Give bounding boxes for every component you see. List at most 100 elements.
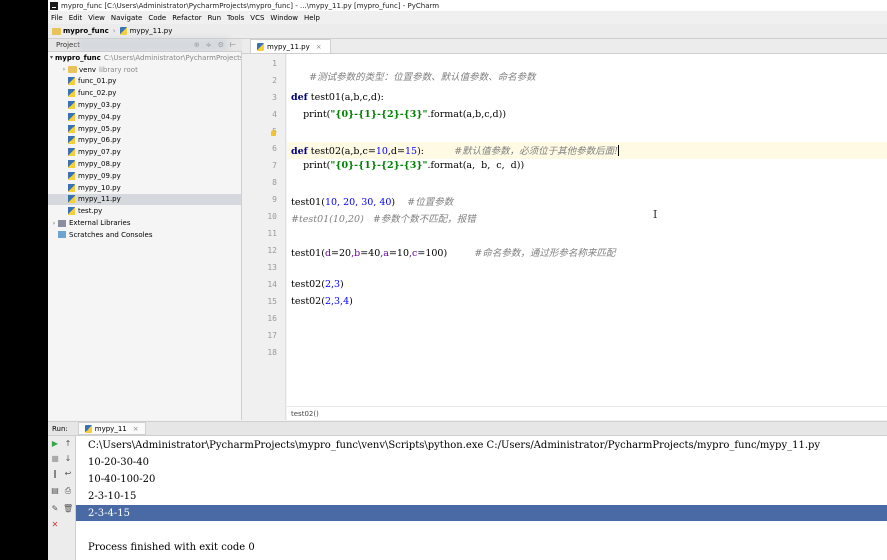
close-tab-icon[interactable]: × [316,43,322,51]
tree-file-label: test.py [78,207,103,216]
python-file-icon [68,101,75,110]
project-panel-title[interactable]: Project [56,41,80,49]
code-line-1: #测试参数的类型：位置参数、默认值参数、命名参数 [291,58,535,94]
code-number: 10, 20, 30, 40 [324,197,392,208]
restore-layout-icon[interactable]: ▤ [50,486,60,496]
editor-tab-label: mypy_11.py [267,42,310,51]
nav-project-label: mypro_func [63,27,109,35]
console-output-line: 10-20-30-40 [88,457,150,468]
collapsed-arrow-icon[interactable]: › [50,220,58,227]
code-string: "{0}-{1}-{2}-{3}" [330,109,428,120]
close-tab-icon[interactable]: × [133,425,139,433]
breadcrumb-function[interactable]: test02() [291,410,319,418]
collapsed-arrow-icon[interactable]: › [60,66,68,73]
code-call: test02( [291,296,325,307]
code-function-name: test02 [307,146,342,157]
code-call: test01( [291,197,325,208]
editor-breadcrumb[interactable]: test02() [287,406,887,420]
tree-file[interactable]: func_02.py [48,87,241,99]
line-number: 3 [272,93,277,102]
tree-file[interactable]: mypy_06.py [48,135,241,147]
project-tree: ▾ mypro_func C:\Users\Administrator\Pych… [48,52,242,420]
nav-file-crumb[interactable]: mypy_11.py [119,27,172,35]
tree-file[interactable]: mypy_03.py [48,99,241,111]
tree-file[interactable]: mypy_10.py [48,182,241,194]
editor-tab-mypy-11[interactable]: mypy_11.py × [250,39,331,53]
code-line-9: test01(10, 20, 30, 40) #位置参数 [291,194,453,208]
line-number: 10 [267,212,277,221]
code-line-3: def test01(a,b,c,d): [291,92,384,103]
code-keyword: def [291,146,308,157]
close-run-icon[interactable]: ✕ [50,520,60,530]
soft-wrap-icon[interactable]: ↩ [63,469,73,479]
blurred-watermark [78,38,228,52]
tree-root-name: mypro_func [55,53,101,62]
tree-file[interactable]: mypy_05.py [48,123,241,135]
code-comment: #命名参数，通过形参名称来匹配 [474,248,616,259]
tree-scratches[interactable]: Scratches and Consoles [48,229,241,241]
python-file-icon [68,112,75,121]
tree-root[interactable]: ▾ mypro_func C:\Users\Administrator\Pych… [48,52,241,64]
menu-refactor[interactable]: Refactor [169,14,204,22]
pause-icon[interactable]: ‖ [50,469,60,479]
python-file-icon [68,89,75,98]
line-number: 1 [272,59,277,68]
python-file-icon [84,424,92,433]
menu-navigate[interactable]: Navigate [108,14,145,22]
tree-file-label: func_02.py [78,89,117,98]
pin-icon[interactable]: ✎ [50,504,60,514]
stop-icon[interactable]: ■ [50,454,60,464]
scratches-icon [58,231,66,239]
menu-view[interactable]: View [85,14,108,22]
code-line-6: def test02(a,b,c=10,d=15): #默认值参数，必须位于其他… [291,143,619,157]
menu-code[interactable]: Code [145,14,169,22]
code-function-name: test01 [307,92,342,103]
tree-file-selected[interactable]: mypy_11.py [48,193,241,206]
scroll-up-icon[interactable]: ↑ [63,439,73,449]
lightbulb-icon[interactable] [271,130,276,136]
menu-file[interactable]: File [48,14,66,22]
line-number: 7 [272,161,277,170]
trash-icon[interactable]: 🗑 [63,504,73,514]
code-editor[interactable]: #测试参数的类型：位置参数、默认值参数、命名参数 def test01(a,b,… [287,54,887,420]
rerun-icon[interactable]: ▶ [50,439,60,449]
code-comment: #默认值参数，必须位于其他参数后面! [454,146,618,157]
tree-file-label: mypy_06.py [78,136,121,145]
line-number: 17 [267,331,277,340]
tree-root-path: C:\Users\Administrator\PycharmProjects\m… [103,53,241,62]
tree-file[interactable]: mypy_08.py [48,158,241,170]
tree-file[interactable]: mypy_07.py [48,146,241,158]
menu-vcs[interactable]: VCS [247,14,267,22]
tree-file[interactable]: mypy_04.py [48,111,241,123]
run-panel-header: Run: mypy_11 × [48,421,887,436]
tree-file[interactable]: test.py [48,205,241,217]
print-icon[interactable]: ⎙ [63,486,73,496]
screen-left-border [0,0,48,560]
run-label: Run: [52,424,68,433]
run-config-tab[interactable]: mypy_11 × [77,422,146,435]
hide-panel-icon[interactable]: ⊢ [230,41,236,49]
tree-file[interactable]: mypy_09.py [48,170,241,182]
line-number: 2 [272,76,277,85]
menu-edit[interactable]: Edit [66,14,86,22]
text-caret [617,145,619,156]
code-text: =100 [417,248,444,259]
tree-venv[interactable]: › venv library root [48,64,241,76]
nav-project-crumb[interactable]: mypro_func [48,27,109,35]
tree-external-libraries-label: External Libraries [69,219,131,228]
line-number: 13 [267,263,277,272]
menu-help[interactable]: Help [301,14,323,22]
tree-file[interactable]: func_01.py [48,76,241,88]
menu-window[interactable]: Window [267,14,301,22]
expand-arrow-icon[interactable]: ▾ [50,54,53,61]
title-bar: mypro_func [C:\Users\Administrator\Pycha… [48,0,887,11]
python-file-icon [68,207,75,216]
run-console[interactable]: C:\Users\Administrator\PycharmProjects\m… [76,436,887,560]
tree-external-libraries[interactable]: › External Libraries [48,217,241,229]
tree-file-label: mypy_07.py [78,148,121,157]
tree-file-label: mypy_05.py [78,124,121,133]
menu-run[interactable]: Run [205,14,224,22]
code-call: test01( [291,248,325,259]
scroll-down-icon[interactable]: ↓ [63,454,73,464]
menu-tools[interactable]: Tools [224,14,247,22]
